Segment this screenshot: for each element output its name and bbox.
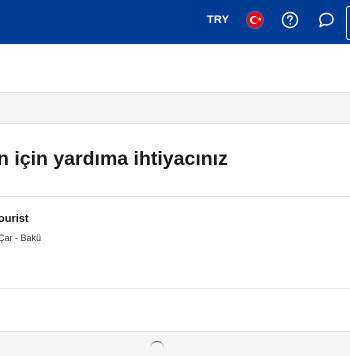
turkey-flag-icon[interactable]: ★ [247,12,263,28]
booking-card[interactable]: ourist Çar - Bakü [0,213,338,243]
top-header: TRY ★ [0,0,350,44]
profile-button[interactable] [346,6,350,40]
booking-location: Çar - Bakü [0,233,42,243]
divider [0,288,350,289]
page-title: n için yardıma ihtiyacınız [0,148,228,170]
currency-selector[interactable]: TRY [207,14,229,26]
chat-button[interactable] [317,11,335,29]
question-circle-icon [281,11,299,29]
help-button[interactable] [281,11,299,29]
loading-spinner-icon [150,341,164,356]
breadcrumb-bar [0,44,350,93]
chat-bubble-icon [319,12,334,28]
divider [0,196,350,197]
booking-name: ourist [0,213,29,225]
